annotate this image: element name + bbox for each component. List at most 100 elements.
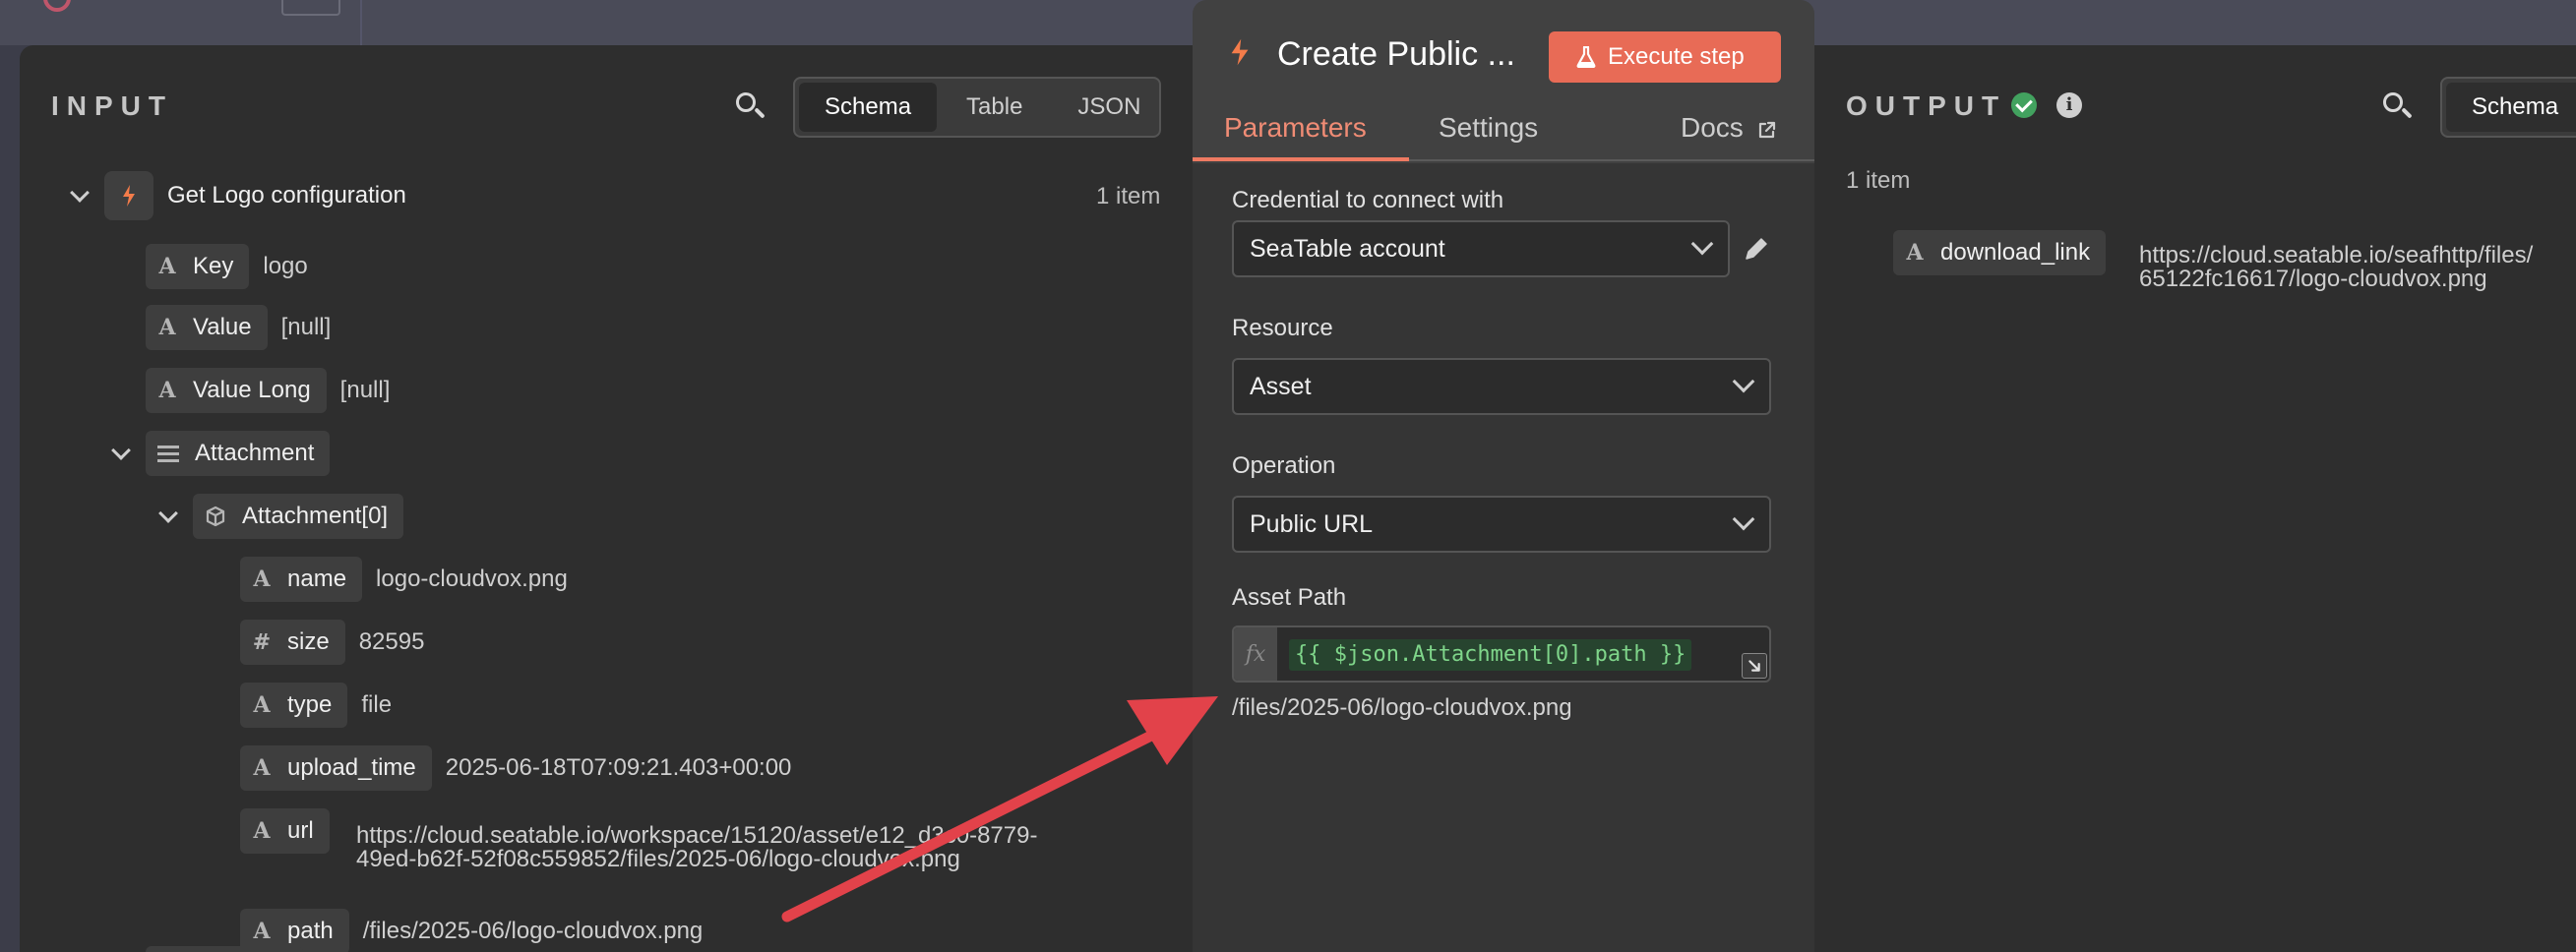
- output-panel: OUTPUT i Schema 1 item Adownload_link ht…: [1810, 45, 2576, 952]
- field-value: /files/2025-06/logo-cloudvox.png: [362, 918, 704, 944]
- schema-field-row[interactable]: Attachment[0]: [157, 494, 404, 539]
- field-key: Attachment[0]: [242, 503, 389, 529]
- field-key: download_link: [1940, 239, 2091, 266]
- parameters-form: Credential to connect with SeaTable acco…: [1193, 163, 1814, 952]
- list-type-icon: [157, 445, 179, 462]
- seatable-node-icon: [1231, 38, 1249, 66]
- chevron-down-icon[interactable]: [110, 443, 132, 464]
- schema-field-row: Aupload_time 2025-06-18T07:09:21.403+00:…: [240, 745, 791, 791]
- chevron-down-icon[interactable]: [69, 185, 91, 207]
- object-type-icon: [206, 506, 225, 527]
- field-pill[interactable]: A Value: [146, 305, 268, 350]
- asset-path-expression-input[interactable]: fx {{ $json.Attachment[0].path }}: [1232, 625, 1771, 683]
- node-tabs: Parameters Settings Docs: [1193, 102, 1814, 161]
- field-pill[interactable]: Attachment: [146, 431, 331, 476]
- field-pill[interactable]: Atype: [240, 683, 348, 728]
- tree-node-row[interactable]: Get Logo configuration: [69, 171, 406, 220]
- field-value: logo: [263, 253, 308, 279]
- output-panel-title: OUTPUT: [1846, 90, 2006, 122]
- schema-field-row: Adownload_link: [1893, 230, 2107, 275]
- expression-result: /files/2025-06/logo-cloudvox.png: [1232, 694, 1572, 721]
- item-count: 1 item: [1846, 167, 1911, 194]
- string-type-icon: A: [253, 755, 271, 781]
- search-icon[interactable]: [2377, 87, 2417, 126]
- field-pill[interactable]: # size: [240, 620, 345, 665]
- field-key: url: [287, 817, 314, 844]
- view-table-button[interactable]: Table: [941, 83, 1048, 132]
- node-parameters-panel: Create Public ... Execute step Parameter…: [1193, 0, 1814, 952]
- field-key: type: [287, 691, 333, 718]
- seatable-node-icon: [104, 171, 153, 220]
- field-value-line: https://cloud.seatable.io/seafhttp/files…: [2139, 242, 2534, 268]
- edit-pencil-icon[interactable]: [1742, 234, 1771, 264]
- resource-label: Resource: [1232, 315, 1333, 341]
- operation-label: Operation: [1232, 452, 1336, 479]
- schema-field-row: Atype file: [240, 683, 392, 728]
- operation-value: Public URL: [1250, 509, 1374, 538]
- field-value-line: 49ed-b62f-52f08c559852/files/2025-06/log…: [356, 846, 960, 872]
- field-value-line: 65122fc16617/logo-cloudvox.png: [2139, 266, 2487, 292]
- schema-field-row[interactable]: Attachment: [110, 431, 331, 476]
- schema-field-row: Apath /files/2025-06/logo-cloudvox.png: [240, 909, 703, 952]
- success-check-icon: [2011, 92, 2037, 118]
- tab-docs[interactable]: Docs: [1681, 112, 1777, 144]
- field-value-line: https://cloud.seatable.io/workspace/1512…: [356, 822, 1038, 849]
- chevron-down-icon: [1690, 232, 1714, 256]
- schema-field-row: A Key logo: [146, 244, 308, 289]
- divider: [360, 0, 362, 45]
- view-json-button[interactable]: JSON: [1052, 83, 1166, 132]
- schema-field-row: A Value Long [null]: [146, 368, 390, 413]
- field-pill[interactable]: Aname: [240, 557, 363, 602]
- field-pill[interactable]: A Key: [146, 244, 250, 289]
- operation-select[interactable]: Public URL: [1232, 496, 1771, 553]
- view-switcher: Schema: [2440, 77, 2576, 138]
- field-pill[interactable]: A Value Long: [146, 368, 327, 413]
- resource-select[interactable]: Asset: [1232, 358, 1771, 415]
- canvas-node-fragment: [43, 0, 71, 12]
- field-pill[interactable]: Aupload_time: [240, 745, 432, 791]
- canvas-node-fragment: [281, 0, 340, 16]
- field-value: 82595: [358, 628, 425, 655]
- credential-label: Credential to connect with: [1232, 187, 1504, 213]
- asset-path-label: Asset Path: [1232, 584, 1347, 611]
- node-title[interactable]: Create Public ...: [1277, 35, 1515, 74]
- info-icon[interactable]: i: [2056, 92, 2082, 118]
- execute-step-button[interactable]: Execute step: [1549, 31, 1781, 83]
- field-pill[interactable]: Attachment[0]: [193, 494, 404, 539]
- field-pill[interactable]: Aurl: [240, 808, 330, 854]
- search-icon[interactable]: [730, 87, 769, 126]
- chevron-down-icon: [1732, 507, 1755, 531]
- view-schema-button[interactable]: Schema: [2446, 83, 2576, 132]
- field-key: upload_time: [287, 754, 416, 781]
- tab-docs-label: Docs: [1681, 112, 1744, 143]
- active-tab-indicator: [1193, 157, 1409, 161]
- tab-parameters[interactable]: Parameters: [1224, 112, 1367, 144]
- string-type-icon: A: [1906, 240, 1924, 266]
- schema-field-row: A Value [null]: [146, 305, 331, 350]
- field-key: size: [287, 628, 330, 655]
- expand-editor-icon[interactable]: [1742, 653, 1767, 679]
- field-value: logo-cloudvox.png: [376, 565, 568, 592]
- node-name: Get Logo configuration: [167, 182, 406, 208]
- execute-step-label: Execute step: [1608, 43, 1745, 70]
- field-value: 2025-06-18T07:09:21.403+00:00: [445, 754, 792, 781]
- credential-select[interactable]: SeaTable account: [1232, 220, 1730, 277]
- field-value: [null]: [280, 314, 332, 340]
- input-panel: INPUT Schema Table JSON Get Logo configu…: [20, 45, 1196, 952]
- input-panel-title: INPUT: [51, 90, 173, 121]
- chevron-down-icon: [1732, 370, 1755, 393]
- field-pill[interactable]: Adownload_link: [1893, 230, 2107, 275]
- string-type-icon: A: [253, 818, 271, 844]
- string-type-icon: A: [253, 919, 271, 944]
- view-schema-button[interactable]: Schema: [799, 83, 938, 132]
- chevron-down-icon[interactable]: [157, 506, 179, 527]
- field-key: Value Long: [193, 377, 311, 403]
- schema-field-row: Aname logo-cloudvox.png: [240, 557, 568, 602]
- tab-settings[interactable]: Settings: [1439, 112, 1538, 144]
- expression-code: {{ $json.Attachment[0].path }}: [1289, 639, 1692, 671]
- field-key: Key: [193, 253, 234, 279]
- string-type-icon: A: [158, 378, 176, 403]
- schema-field-row: Aurl: [240, 808, 330, 854]
- field-pill: [146, 946, 303, 952]
- flask-icon: [1576, 46, 1596, 68]
